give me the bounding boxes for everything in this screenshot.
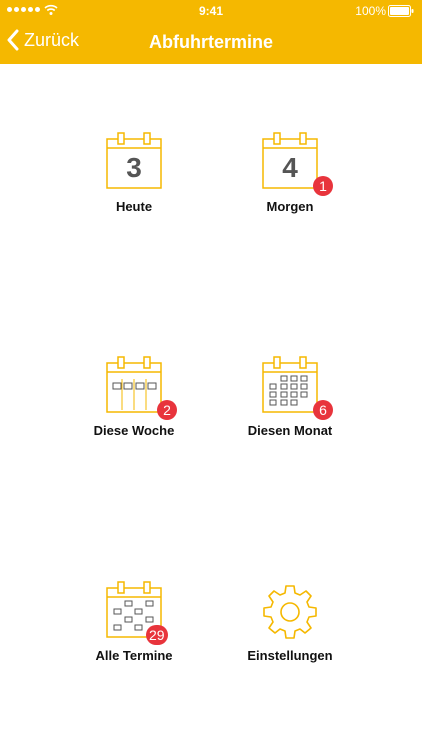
tile-label: Morgen [210,199,370,214]
count-badge: 1 [313,176,333,196]
tile-morgen[interactable]: 4 1 Morgen [210,132,370,224]
calendar-day-icon: 3 [106,132,162,190]
calendar-day-icon: 4 [262,132,318,190]
calendar-week-icon [106,356,162,414]
tile-label: Alle Termine [54,648,214,663]
tile-diese-woche[interactable]: 2 Diese Woche [54,356,214,448]
battery-icon [388,5,414,17]
tile-heute[interactable]: 3 Heute [54,132,214,224]
calendar-day-number: 4 [282,152,298,183]
tile-alle-termine[interactable]: 29 Alle Termine [54,581,214,673]
gear-icon [262,581,318,639]
battery-percentage: 100% [355,4,386,18]
count-badge: 29 [146,625,168,645]
tile-label: Einstellungen [210,648,370,663]
count-badge: 2 [157,400,177,420]
tile-label: Diesen Monat [210,423,370,438]
tile-diesen-monat[interactable]: 6 Diesen Monat [210,356,370,448]
tile-einstellungen[interactable]: Einstellungen [210,581,370,673]
page-title: Abfuhrtermine [0,32,422,53]
tile-label: Diese Woche [54,423,214,438]
header: 9:41 100% Zurück Abfuhrtermine [0,0,422,64]
status-bar: 9:41 100% [0,0,422,22]
count-badge: 6 [313,400,333,420]
calendar-month-icon [262,356,318,414]
nav-bar: Zurück Abfuhrtermine [0,22,422,64]
tile-label: Heute [54,199,214,214]
calendar-day-number: 3 [126,152,142,183]
